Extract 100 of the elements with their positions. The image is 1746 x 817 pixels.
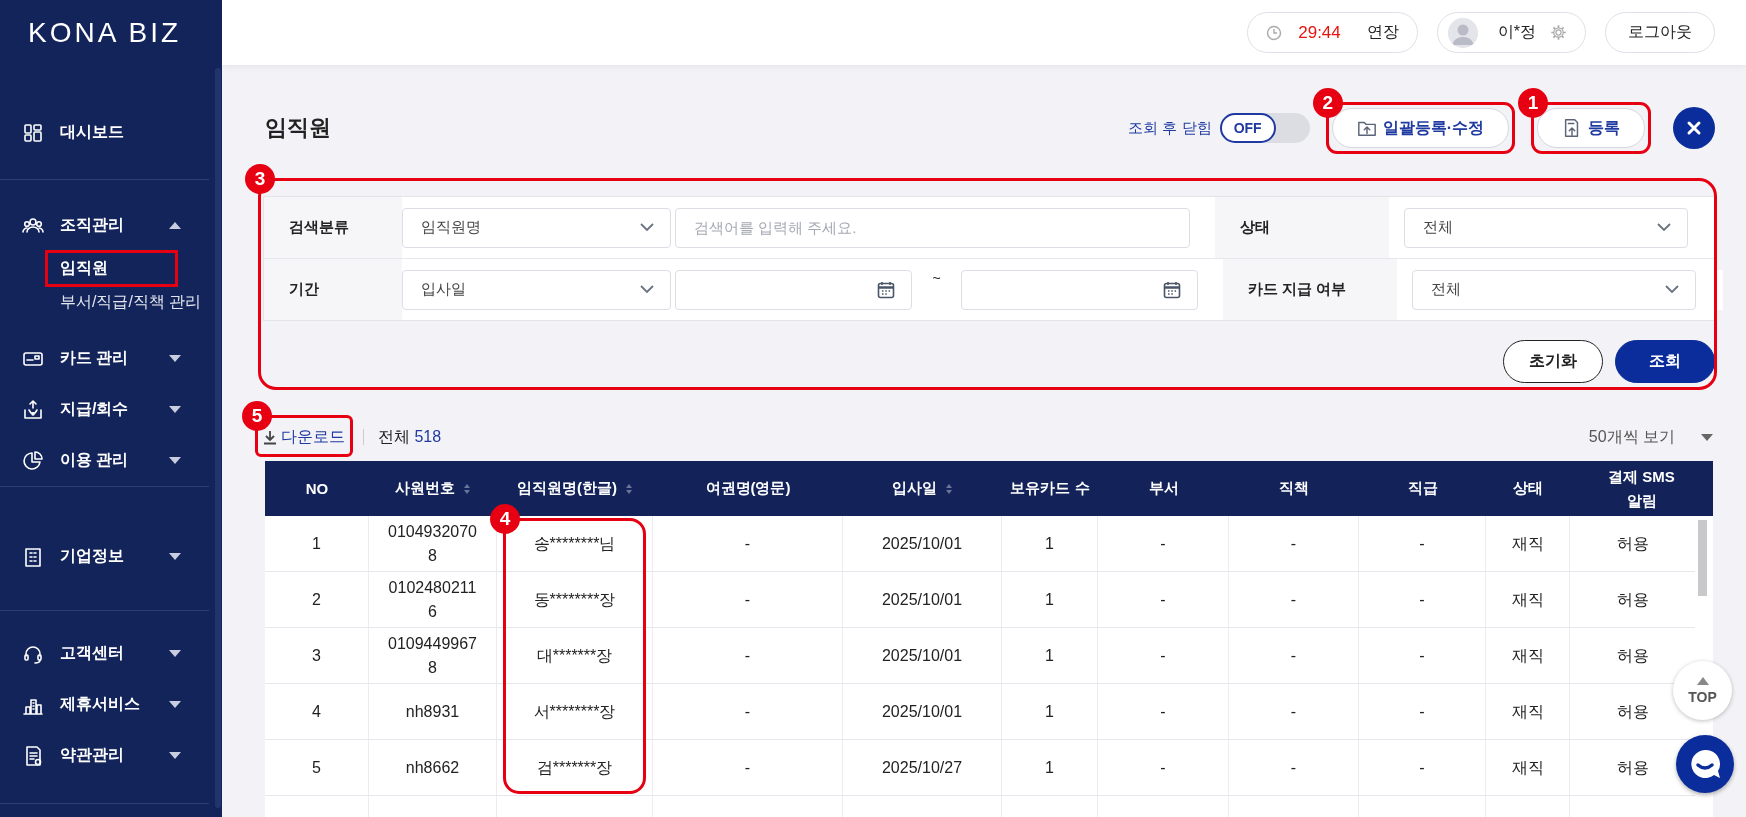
table-cell: -	[1359, 684, 1486, 739]
page-size-select[interactable]: 50개씩 보기	[1588, 426, 1713, 448]
range-separator: ~	[931, 269, 942, 288]
table-cell: 2025/10/01	[843, 516, 1002, 571]
column-header: 직급	[1406, 478, 1439, 498]
table-cell: -	[1098, 628, 1229, 683]
sidebar-item[interactable]: 제휴서비스	[0, 679, 209, 730]
table-cell: -	[653, 740, 843, 795]
download-icon	[263, 429, 277, 445]
date-field[interactable]	[675, 269, 912, 310]
table-cell: 재직	[1486, 740, 1570, 795]
table-cell: 5	[265, 740, 369, 795]
sidebar-item[interactable]: 조직관리	[0, 200, 209, 251]
sidebar-subitem[interactable]: 임직원	[60, 251, 108, 285]
column-header: NO	[304, 479, 330, 499]
table-cell: 2025/10/01	[843, 628, 1002, 683]
table-cell-text: 허용	[1615, 589, 1650, 610]
search-button[interactable]: 조회	[1615, 340, 1715, 383]
table-cell: 검*******장	[497, 740, 653, 795]
scrollbar[interactable]	[215, 68, 221, 808]
building-icon	[22, 545, 44, 568]
sidebar-item[interactable]: 지급/회수	[0, 384, 209, 435]
select-field[interactable]: 전체	[1404, 207, 1688, 248]
table-cell: 서********장	[497, 684, 653, 739]
table-cell: 재직	[1486, 628, 1570, 683]
toggle-knob[interactable]: OFF	[1219, 113, 1276, 143]
table-cell: -	[653, 516, 843, 571]
sidebar-item[interactable]: 대시보드	[0, 107, 209, 158]
settings-icon[interactable]	[1550, 24, 1567, 41]
table-cell-text: 허용	[1615, 645, 1650, 666]
logo[interactable]: KONA BIZ	[28, 16, 182, 49]
table-cell: 4	[265, 684, 369, 739]
logout-button[interactable]: 로그아웃	[1605, 12, 1715, 53]
calendar-icon[interactable]	[1163, 280, 1181, 299]
search-field[interactable]: 검색어를 입력해 주세요.	[675, 207, 1190, 248]
select-field[interactable]: 전체	[1412, 269, 1696, 310]
table-cell-text: 허용	[1615, 533, 1650, 554]
chevron-down-icon	[1665, 285, 1679, 294]
date-field[interactable]	[961, 269, 1198, 310]
chevron-down-icon	[640, 223, 654, 232]
field-label: 검색분류	[264, 197, 402, 258]
toggle-switch[interactable]: OFF	[1219, 113, 1310, 143]
select-field[interactable]: 입사일	[402, 269, 671, 310]
column-header: 부서	[1147, 478, 1180, 498]
table-cell: 2025/10/01	[843, 684, 1002, 739]
close-button[interactable]	[1673, 107, 1715, 149]
table-cell: -	[1229, 684, 1359, 739]
sidebar-item[interactable]: 이용 관리	[0, 435, 209, 486]
table-cell: 3	[265, 628, 369, 683]
sidebar-item[interactable]: 기업정보	[0, 531, 209, 582]
table-cell: -	[1359, 628, 1486, 683]
table-cell: -	[1098, 516, 1229, 571]
column-header[interactable]: 입사일	[843, 461, 1002, 516]
column-header: 결제 SMS 알림	[1607, 466, 1676, 511]
table-cell: 1	[1002, 572, 1098, 627]
table-cell: 2025/10/01	[843, 572, 1002, 627]
select-field[interactable]: 임직원명	[402, 207, 671, 248]
toggle-label: 조회 후 닫힘	[1128, 118, 1212, 138]
sort-icon[interactable]	[625, 482, 633, 495]
callout-number: 2	[1312, 88, 1343, 118]
user-name[interactable]: 이*정	[1497, 22, 1536, 43]
table-cell: 1	[1002, 740, 1098, 795]
bulk-register-button[interactable]: 일괄등록·수정	[1331, 108, 1509, 148]
sort-icon[interactable]	[945, 482, 953, 495]
sidebar-subitem[interactable]: 부서/직급/직책 관리	[60, 285, 202, 319]
table-cell: -	[1229, 628, 1359, 683]
sidebar-item[interactable]: 고객센터	[0, 628, 209, 679]
extend-link[interactable]: 연장	[1366, 22, 1399, 43]
table-cell: 1	[1002, 684, 1098, 739]
chat-button[interactable]	[1676, 735, 1734, 793]
pie-chart-icon	[22, 449, 44, 472]
table-cell: 재직	[1486, 572, 1570, 627]
table-cell: 재직	[1486, 516, 1570, 571]
table-cell: 2025/10/27	[843, 740, 1002, 795]
sidebar-item[interactable]: 약관관리	[0, 730, 209, 781]
table-cell: 1	[265, 516, 369, 571]
table-cell: 01024802116	[369, 572, 497, 627]
table-cell: nh8662	[369, 740, 497, 795]
calendar-icon[interactable]	[877, 280, 895, 299]
sidebar-item[interactable]: 카드 관리	[0, 333, 209, 384]
table-cell: -	[1359, 516, 1486, 571]
table-cell: -	[653, 684, 843, 739]
callout-number: 3	[245, 164, 275, 194]
register-button[interactable]: 등록	[1537, 108, 1645, 148]
table-cell: -	[1098, 740, 1229, 795]
field-label: 기간	[264, 259, 402, 320]
sort-icon[interactable]	[463, 482, 471, 495]
field-label: 카드 지급 여부	[1223, 259, 1397, 320]
column-header: 여권명(영문)	[704, 478, 792, 498]
column-header: 보유카드 수	[1009, 478, 1091, 498]
close-icon	[1686, 120, 1702, 136]
reset-button[interactable]: 초기화	[1503, 340, 1603, 383]
table-cell: -	[1229, 572, 1359, 627]
table-cell: 재직	[1486, 684, 1570, 739]
table-cell: 01094499678	[369, 628, 497, 683]
table-cell: -	[653, 628, 843, 683]
table-cell: 1	[1002, 516, 1098, 571]
table-cell: 동********장	[497, 572, 653, 627]
field-label: 상태	[1215, 197, 1389, 258]
scrollbar-thumb[interactable]	[1698, 520, 1707, 596]
